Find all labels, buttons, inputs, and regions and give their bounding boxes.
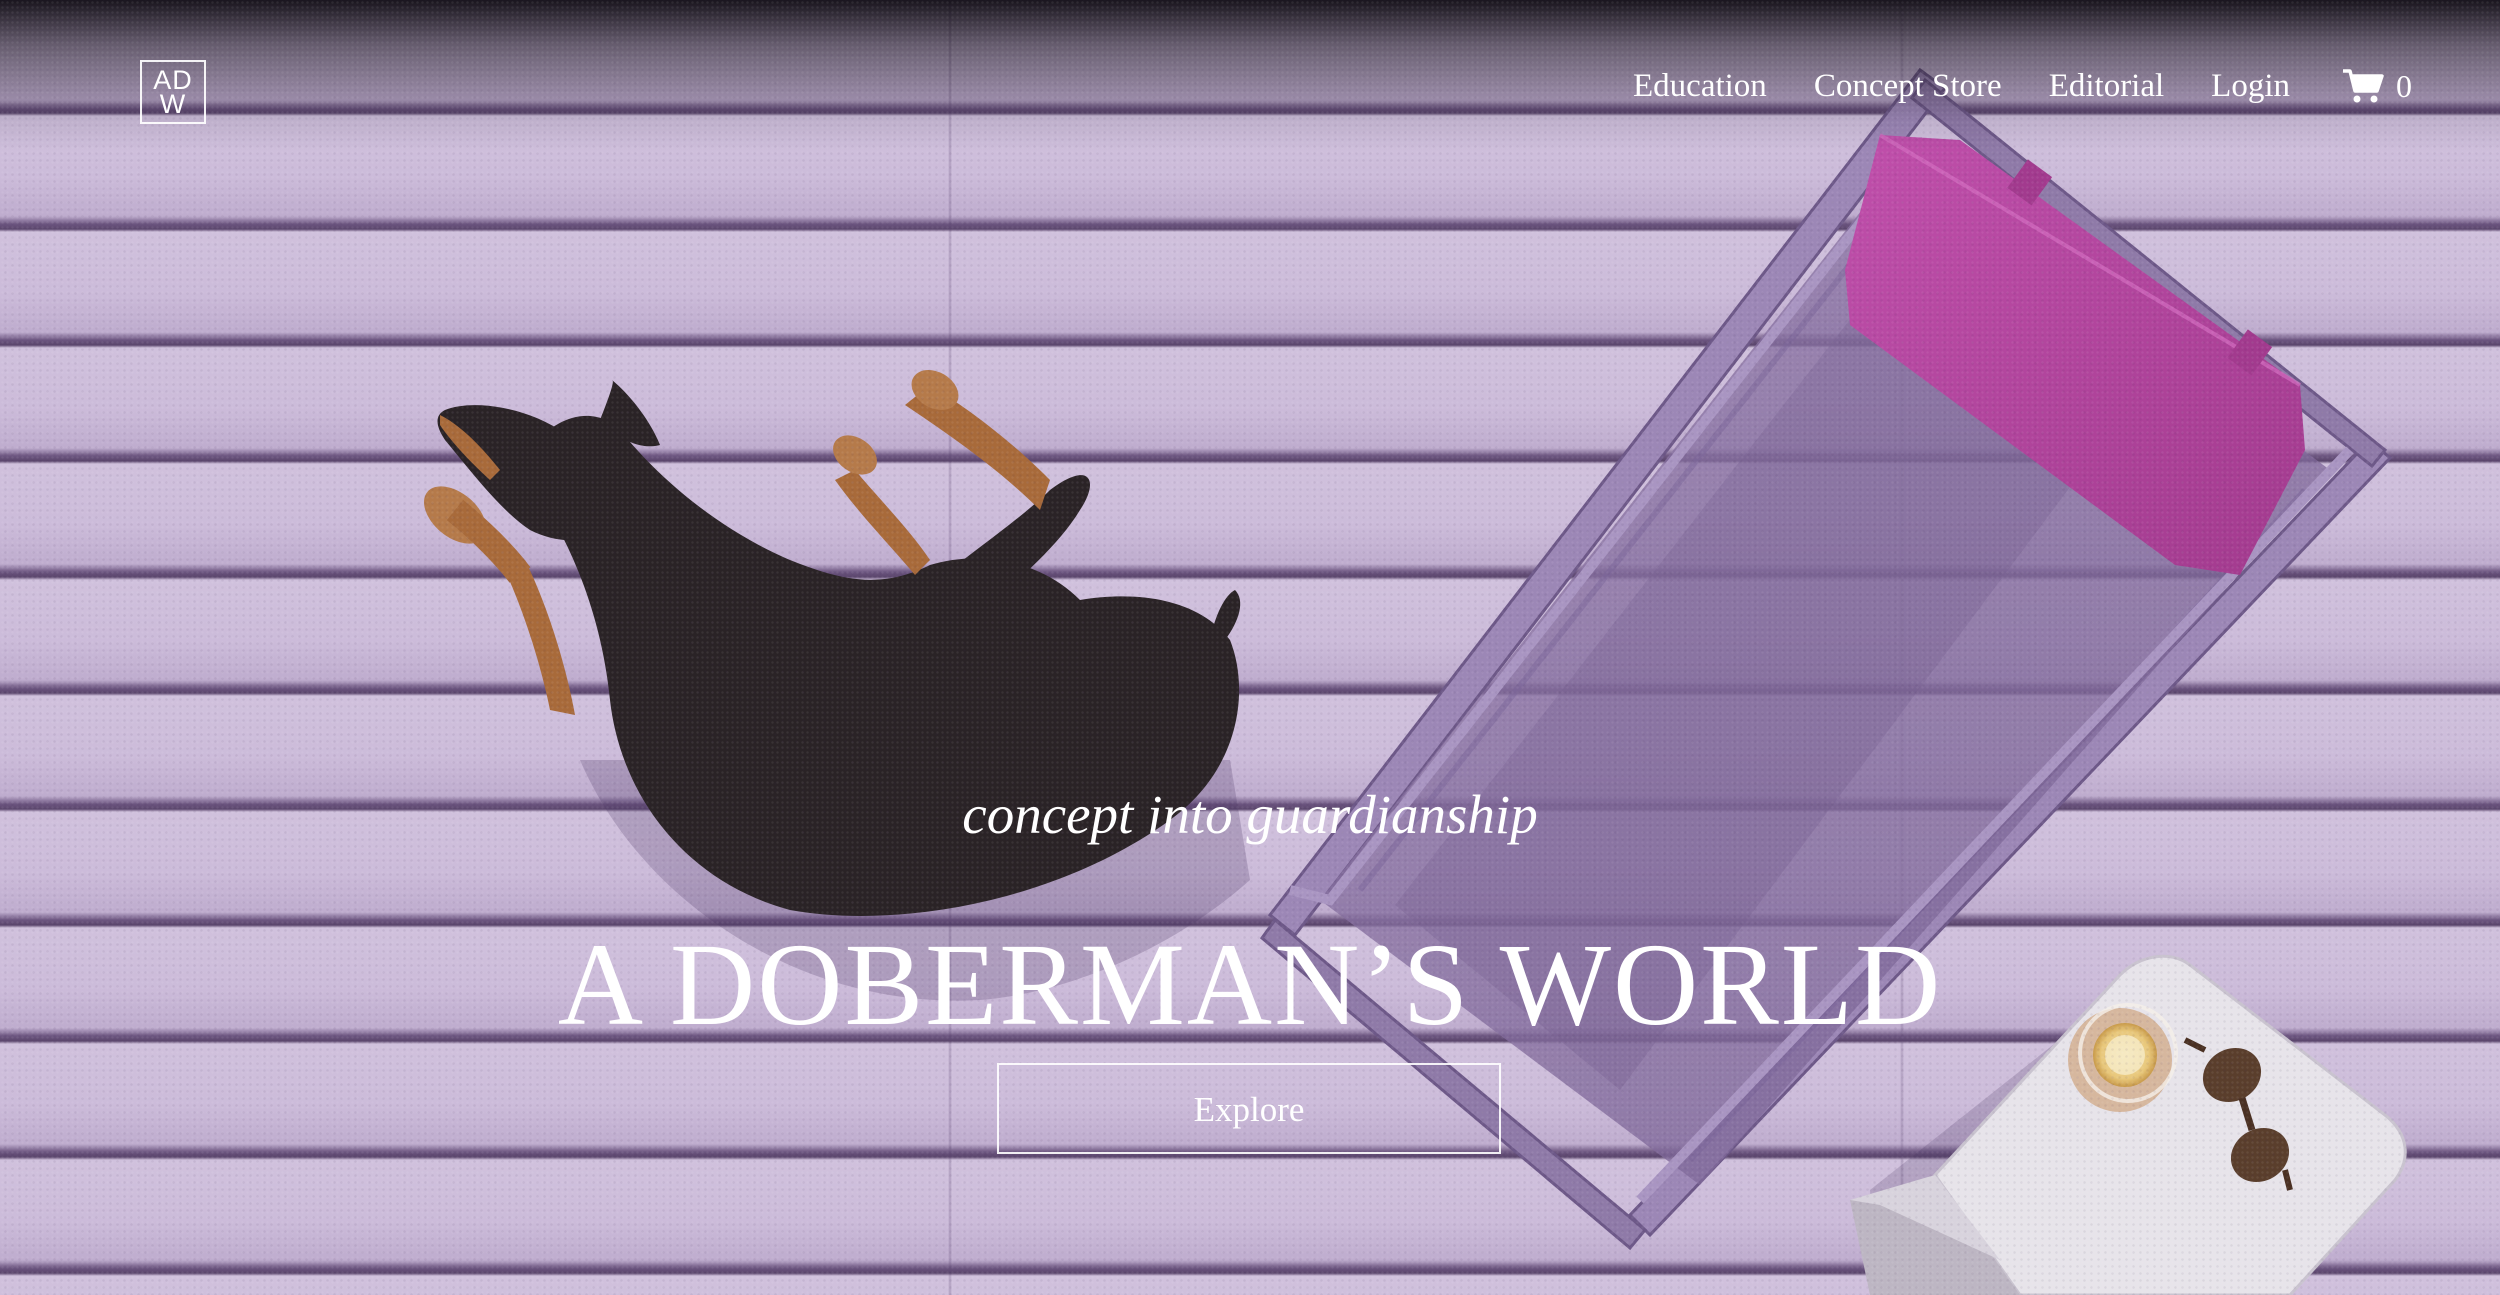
- side-table: [1850, 954, 2407, 1295]
- landing-page: AD W Education Concept Store Editorial L…: [0, 0, 2500, 1295]
- nav-link-concept-store[interactable]: Concept Store: [1814, 66, 2002, 106]
- explore-button[interactable]: Explore: [997, 1063, 1501, 1154]
- nav-link-editorial[interactable]: Editorial: [2049, 66, 2164, 106]
- brand-logo[interactable]: AD W: [140, 60, 206, 124]
- doberman-dog: [424, 370, 1241, 916]
- site-header: AD W Education Concept Store Editorial L…: [0, 0, 2500, 140]
- main-nav: Education Concept Store Editorial Login …: [1586, 66, 2412, 106]
- cart-button[interactable]: 0: [2342, 66, 2412, 106]
- nav-link-login[interactable]: Login: [2211, 66, 2290, 106]
- cart-count: 0: [2396, 68, 2412, 104]
- shopping-cart-icon: [2342, 68, 2384, 104]
- logo-line-2: W: [159, 89, 187, 119]
- nav-link-education[interactable]: Education: [1633, 66, 1767, 106]
